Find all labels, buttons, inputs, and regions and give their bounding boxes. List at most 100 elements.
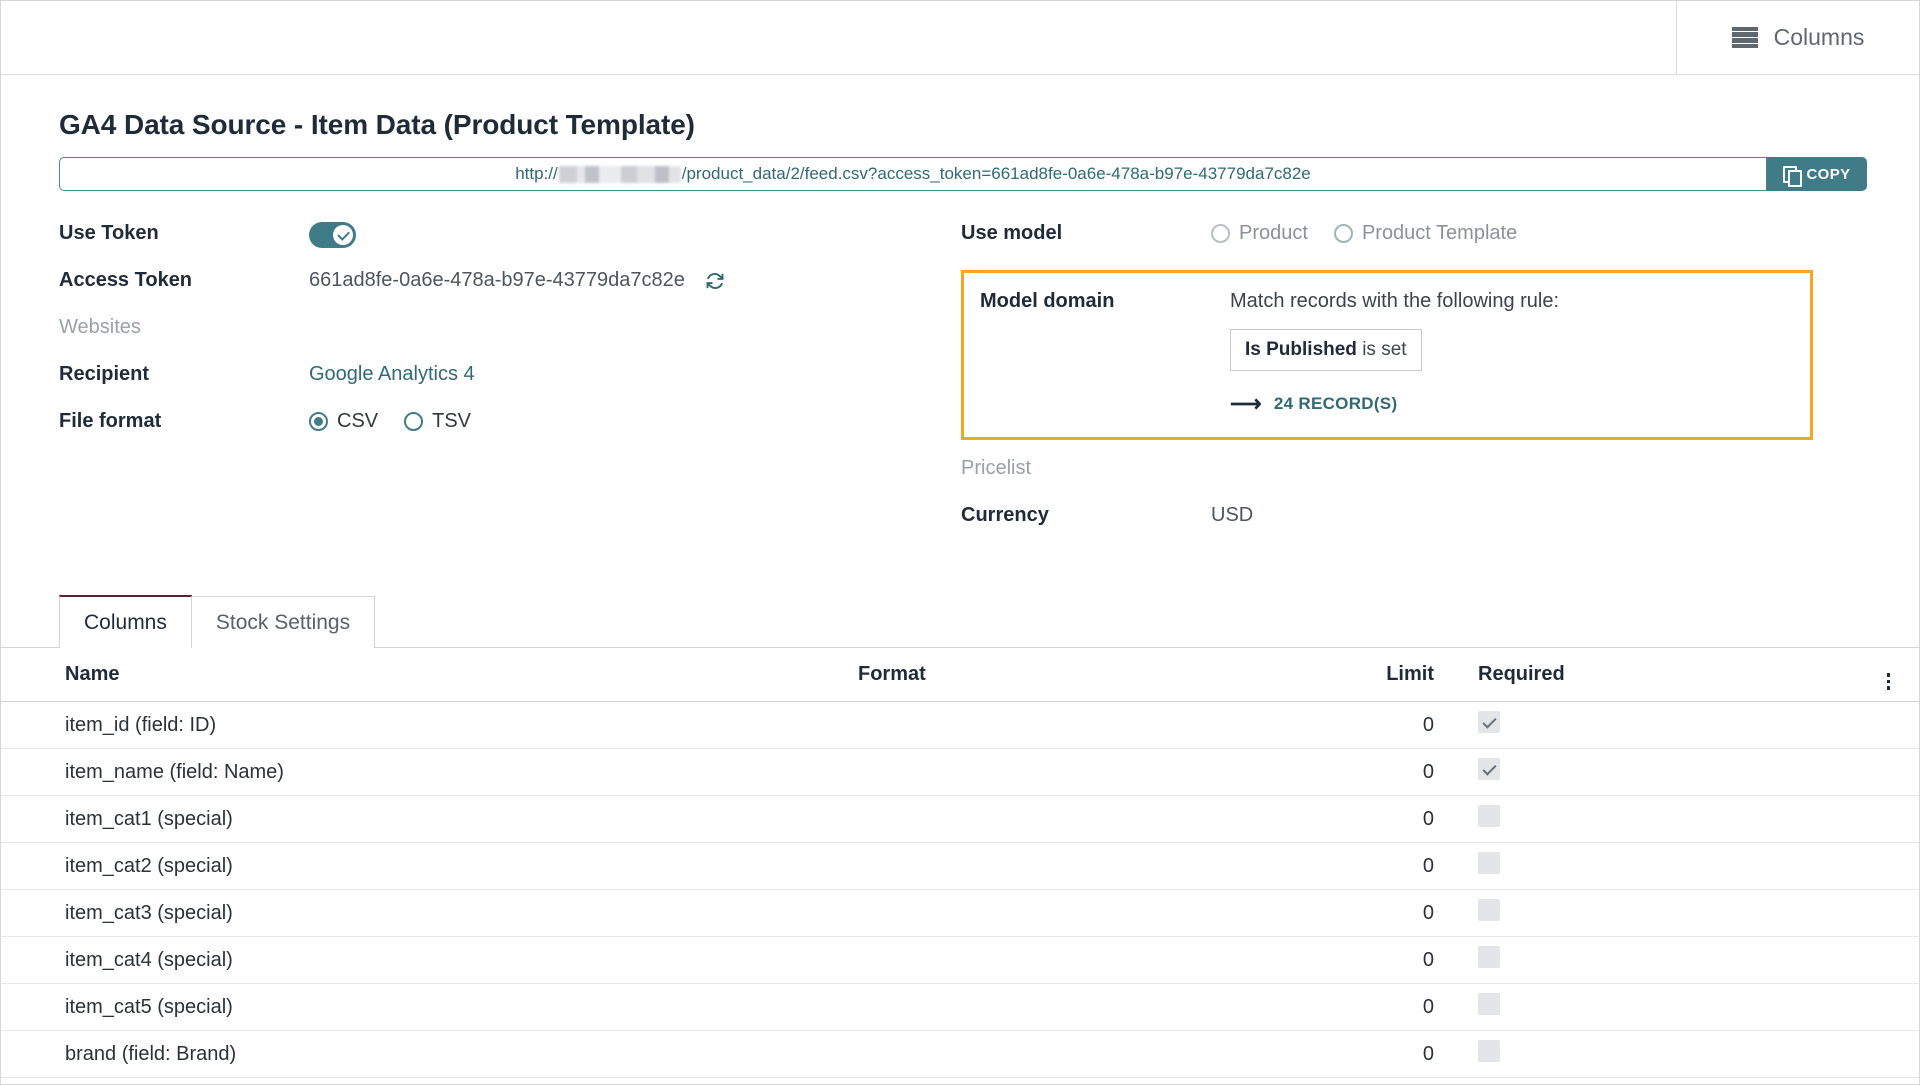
feed-url-field[interactable]: http:// /product_data/2/feed.csv?access_t… bbox=[59, 157, 1767, 191]
cell-format bbox=[846, 701, 1201, 749]
cell-format bbox=[846, 983, 1201, 1031]
table-row[interactable]: item_id (field: ID) 0 bbox=[1, 701, 1919, 749]
cell-format bbox=[846, 795, 1201, 843]
cell-name: item_cat3 (special) bbox=[1, 889, 846, 937]
cell-limit: 0 bbox=[1201, 889, 1456, 937]
domain-rule-operator: is set bbox=[1362, 339, 1407, 360]
model-domain-highlight-box: Model domain Match records with the foll… bbox=[961, 270, 1813, 440]
use-model-product-label: Product bbox=[1239, 222, 1308, 244]
column-header-limit[interactable]: Limit bbox=[1201, 647, 1456, 702]
use-model-option-product-template[interactable]: Product Template bbox=[1333, 222, 1518, 245]
websites-value[interactable] bbox=[309, 313, 961, 316]
table-row[interactable]: variant (special) 0 bbox=[1, 1077, 1919, 1084]
model-domain-value: Match records with the following rule: I… bbox=[1230, 287, 1794, 415]
domain-rule-chip[interactable]: Is Published is set bbox=[1230, 329, 1422, 371]
pricelist-value[interactable] bbox=[1211, 454, 1861, 457]
table-row[interactable]: item_cat4 (special) 0 bbox=[1, 936, 1919, 984]
table-header-row: Name Format Limit Required bbox=[1, 647, 1919, 702]
cell-name: item_cat5 (special) bbox=[1, 983, 846, 1031]
cell-name: brand (field: Brand) bbox=[1, 1030, 846, 1078]
right-field-column: Use model Product Product Template Model… bbox=[961, 219, 1861, 548]
file-format-label: File format bbox=[59, 410, 162, 432]
use-model-value: Product Product Template bbox=[1211, 219, 1861, 245]
radio-csv-icon bbox=[309, 412, 328, 431]
websites-label: Websites bbox=[59, 316, 141, 338]
cell-name: item_cat2 (special) bbox=[1, 842, 846, 890]
cell-limit: 0 bbox=[1201, 1077, 1456, 1084]
required-checkbox-checked bbox=[1478, 711, 1500, 733]
column-header-name[interactable]: Name bbox=[1, 647, 846, 702]
data-source-window: Columns GA4 Data Source - Item Data (Pro… bbox=[0, 0, 1920, 1085]
table-row[interactable]: brand (field: Brand) 0 bbox=[1, 1030, 1919, 1078]
required-checkbox bbox=[1478, 852, 1500, 874]
use-model-option-product[interactable]: Product bbox=[1211, 222, 1308, 245]
file-format-option-csv[interactable]: CSV bbox=[309, 410, 378, 433]
cell-limit: 0 bbox=[1201, 983, 1456, 1031]
use-model-radio-group: Product Product Template bbox=[1211, 222, 1517, 245]
model-domain-help-text: Match records with the following rule: bbox=[1230, 290, 1560, 312]
field-model-domain: Model domain Match records with the foll… bbox=[980, 287, 1794, 415]
feed-url-row: http:// /product_data/2/feed.csv?access_t… bbox=[59, 157, 1867, 191]
cell-row-menu bbox=[1856, 889, 1919, 937]
radio-tsv-icon bbox=[404, 412, 424, 431]
record-form: GA4 Data Source - Item Data (Product Tem… bbox=[1, 75, 1919, 548]
cell-format bbox=[846, 748, 1201, 796]
cell-limit: 0 bbox=[1201, 936, 1456, 984]
table-row[interactable]: item_cat2 (special) 0 bbox=[1, 842, 1919, 890]
notebook-tabs: Columns Stock Settings bbox=[59, 594, 1919, 648]
arrow-right-icon: ⟶ bbox=[1230, 391, 1262, 416]
access-token-label: Access Token bbox=[59, 269, 193, 291]
column-options-menu[interactable] bbox=[1856, 647, 1919, 702]
cell-name: variant (special) bbox=[1, 1077, 846, 1084]
column-header-format[interactable]: Format bbox=[846, 647, 1201, 702]
refresh-token-icon[interactable] bbox=[705, 271, 725, 291]
required-checkbox bbox=[1478, 1040, 1500, 1062]
table-row[interactable]: item_cat1 (special) 0 bbox=[1, 795, 1919, 843]
toggle-knob-check-icon bbox=[333, 225, 353, 245]
required-checkbox bbox=[1478, 993, 1500, 1015]
domain-record-count-link[interactable]: ⟶ 24 RECORD(S) bbox=[1230, 393, 1794, 415]
currency-label: Currency bbox=[961, 504, 1049, 526]
file-format-tsv-label: TSV bbox=[432, 410, 472, 432]
field-use-token: Use Token bbox=[59, 219, 961, 266]
use-model-label: Use model bbox=[961, 222, 1063, 244]
field-file-format: File format CSV TSV bbox=[59, 407, 961, 454]
cell-row-menu bbox=[1856, 983, 1919, 1031]
feed-url-redacted-domain bbox=[558, 165, 681, 183]
table-row[interactable]: item_name (field: Name) 0 bbox=[1, 748, 1919, 796]
domain-record-count-label: 24 RECORD(S) bbox=[1273, 394, 1398, 413]
top-toolbar: Columns bbox=[1, 1, 1919, 75]
cell-required bbox=[1456, 842, 1856, 890]
use-token-toggle[interactable] bbox=[309, 222, 356, 248]
cell-row-menu bbox=[1856, 701, 1919, 749]
tab-columns[interactable]: Columns bbox=[59, 595, 192, 648]
use-model-product-template-label: Product Template bbox=[1361, 222, 1518, 244]
cell-row-menu bbox=[1856, 842, 1919, 890]
cell-row-menu bbox=[1856, 1030, 1919, 1078]
recipient-value[interactable]: Google Analytics 4 bbox=[309, 360, 961, 386]
tab-stock-settings[interactable]: Stock Settings bbox=[190, 596, 376, 648]
column-header-required[interactable]: Required bbox=[1456, 647, 1856, 702]
cell-name: item_name (field: Name) bbox=[1, 748, 846, 796]
cell-row-menu bbox=[1856, 748, 1919, 796]
tab-columns-label: Columns bbox=[84, 611, 167, 634]
access-token-value[interactable]: 661ad8fe-0a6e-478a-b97e-43779da7c82e bbox=[309, 269, 685, 292]
cell-required bbox=[1456, 748, 1856, 796]
columns-toggle-button[interactable]: Columns bbox=[1676, 1, 1919, 74]
copy-url-button[interactable]: COPY bbox=[1767, 157, 1867, 191]
table-row[interactable]: item_cat5 (special) 0 bbox=[1, 983, 1919, 1031]
field-pricelist: Pricelist bbox=[961, 454, 1861, 501]
file-format-option-tsv[interactable]: TSV bbox=[404, 410, 471, 433]
cell-name: item_id (field: ID) bbox=[1, 701, 846, 749]
cell-name: item_cat1 (special) bbox=[1, 795, 846, 843]
currency-value[interactable]: USD bbox=[1211, 501, 1861, 527]
use-token-value bbox=[309, 219, 961, 248]
required-checkbox bbox=[1478, 946, 1500, 968]
recipient-label: Recipient bbox=[59, 363, 150, 385]
pricelist-label: Pricelist bbox=[961, 457, 1032, 479]
table-row[interactable]: item_cat3 (special) 0 bbox=[1, 889, 1919, 937]
domain-rule-field: Is Published bbox=[1245, 339, 1357, 360]
feed-url-prefix: http:// bbox=[515, 164, 558, 183]
field-currency: Currency USD bbox=[961, 501, 1861, 548]
